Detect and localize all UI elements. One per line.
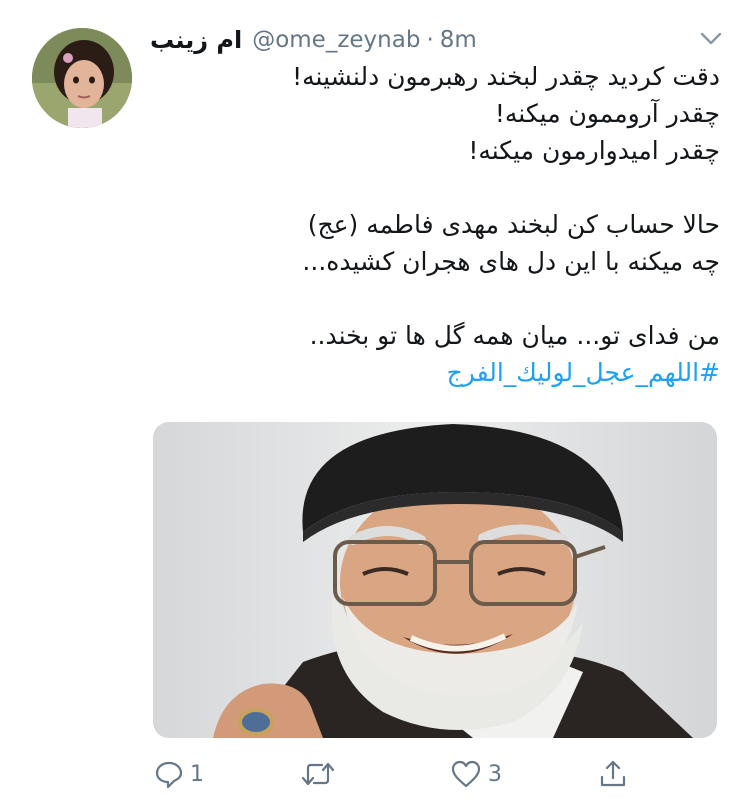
display-name[interactable]: ام زینب xyxy=(150,26,242,54)
tweet-actions: 1 3 xyxy=(150,752,710,796)
user-handle[interactable]: @ome_zeynab xyxy=(252,27,420,53)
retweet-icon xyxy=(301,762,335,786)
tweet-line: دقت کردید چقدر لبخند رهبرمون دلنشینه! xyxy=(292,62,720,91)
tweet-line: چقدر آروممون میکنه! xyxy=(494,99,720,128)
share-button[interactable] xyxy=(598,752,628,796)
like-count: 3 xyxy=(488,761,502,787)
reply-button[interactable]: 1 xyxy=(154,752,204,796)
tweet-line: چه میکنه با این دل های هجران کشیده... xyxy=(302,247,720,276)
separator-dot: · xyxy=(426,27,434,53)
hashtag-link[interactable]: #اللهم_عجل_لوليك_الفرج xyxy=(160,354,720,391)
avatar[interactable] xyxy=(32,28,132,128)
reply-count: 1 xyxy=(190,761,204,787)
tweet-line: حالا حساب کن لبخند مهدی فاطمه (عج) xyxy=(307,210,720,239)
chevron-down-icon[interactable] xyxy=(698,28,724,48)
tweet-line xyxy=(160,280,720,317)
tweet-photo[interactable] xyxy=(153,422,717,738)
tweet-line: من فدای تو... میان همه گل ها تو بخند.. xyxy=(309,321,720,350)
tweet-timestamp[interactable]: 8m xyxy=(440,27,477,53)
photo-image xyxy=(153,422,717,738)
tweet-line: چقدر امیدوارمون میکنه! xyxy=(468,136,720,165)
share-icon xyxy=(600,760,626,787)
tweet-header: ام زینب @ome_zeynab · 8m xyxy=(150,22,690,58)
tweet-line xyxy=(160,169,720,206)
avatar-image xyxy=(32,28,132,128)
heart-icon xyxy=(451,760,481,788)
like-button[interactable]: 3 xyxy=(450,752,502,796)
reply-icon xyxy=(155,761,183,789)
retweet-button[interactable] xyxy=(300,752,342,796)
tweet-text: دقت کردید چقدر لبخند رهبرمون دلنشینه! چق… xyxy=(160,58,720,391)
